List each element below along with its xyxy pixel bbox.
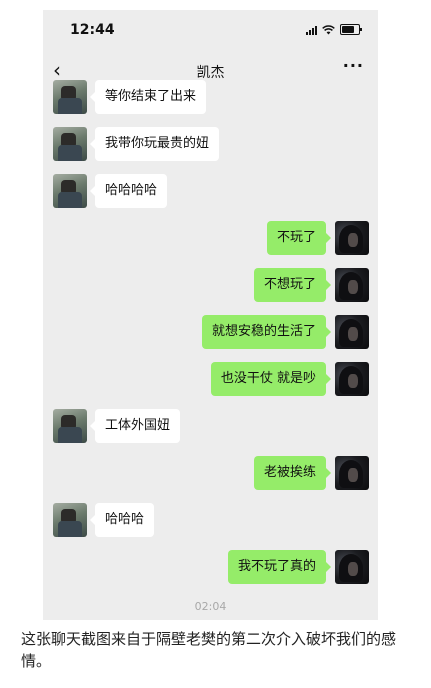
chat-title: 凯杰 [196, 65, 225, 81]
more-options-icon[interactable]: ··· [343, 56, 364, 75]
outgoing-message-bubble[interactable]: 也没干仗 就是吵 [210, 362, 332, 396]
self-avatar[interactable] [335, 315, 369, 349]
message-list: 等你结束了出来 我带你玩最贵的妞 哈哈哈哈 不玩了 不想玩了 就想安稳的生活了 … [43, 80, 378, 588]
incoming-message-bubble[interactable]: 哈哈哈哈 [89, 174, 168, 208]
signal-icon [306, 25, 317, 35]
message-row: 我不玩了真的 [43, 550, 378, 584]
chat-timestamp: 02:04 [194, 600, 227, 613]
phone-screenshot: 12:44 ‹ 凯杰 ··· 等你结束了出来 我带你玩最贵的妞 哈哈哈哈 不玩了… [43, 10, 378, 620]
message-row: 工体外国妞 [43, 409, 378, 443]
caption-text: 这张聊天截图来自于隔壁老樊的第二次介入破坏我们的感情。 [21, 630, 397, 670]
self-avatar[interactable] [335, 456, 369, 490]
contact-avatar[interactable] [53, 503, 87, 537]
wifi-icon [322, 24, 335, 34]
contact-avatar[interactable] [53, 127, 87, 161]
outgoing-message-bubble[interactable]: 老被挨练 [253, 456, 332, 490]
self-avatar[interactable] [335, 221, 369, 255]
message-row: 不玩了 [43, 221, 378, 255]
status-bar: 12:44 [43, 10, 378, 50]
status-icons [306, 24, 362, 35]
self-avatar[interactable] [335, 362, 369, 396]
message-row: 不想玩了 [43, 268, 378, 302]
self-avatar[interactable] [335, 550, 369, 584]
outgoing-message-bubble[interactable]: 不想玩了 [253, 268, 332, 302]
incoming-message-bubble[interactable]: 等你结束了出来 [89, 80, 207, 114]
outgoing-message-bubble[interactable]: 我不玩了真的 [227, 550, 332, 584]
status-time: 12:44 [70, 22, 115, 38]
battery-icon [340, 24, 362, 35]
message-row: 就想安稳的生活了 [43, 315, 378, 349]
message-row: 等你结束了出来 [43, 80, 378, 114]
message-row: 哈哈哈 [43, 503, 378, 537]
outgoing-message-bubble[interactable]: 就想安稳的生活了 [201, 315, 332, 349]
self-avatar[interactable] [335, 268, 369, 302]
message-row: 也没干仗 就是吵 [43, 362, 378, 396]
outgoing-message-bubble[interactable]: 不玩了 [266, 221, 332, 255]
contact-avatar[interactable] [53, 174, 87, 208]
incoming-message-bubble[interactable]: 哈哈哈 [89, 503, 155, 537]
contact-avatar[interactable] [53, 409, 87, 443]
message-row: 我带你玩最贵的妞 [43, 127, 378, 161]
message-row: 老被挨练 [43, 456, 378, 490]
incoming-message-bubble[interactable]: 我带你玩最贵的妞 [89, 127, 220, 161]
incoming-message-bubble[interactable]: 工体外国妞 [89, 409, 181, 443]
message-row: 哈哈哈哈 [43, 174, 378, 208]
contact-avatar[interactable] [53, 80, 87, 114]
